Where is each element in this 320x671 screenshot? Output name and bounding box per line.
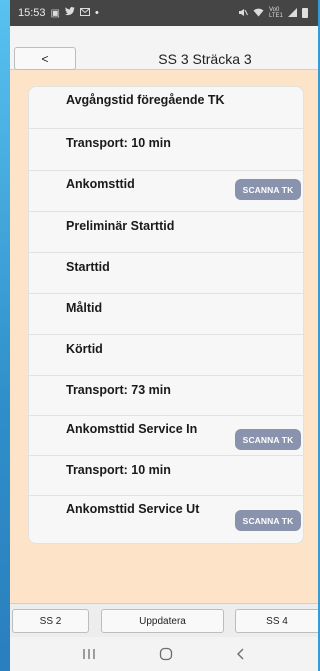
row-arrival-service-out[interactable]: Ankomsttid Service Ut SCANNA TK bbox=[29, 496, 303, 543]
prev-stage-button[interactable]: SS 2 bbox=[12, 609, 89, 633]
row-label: Ankomsttid bbox=[66, 177, 135, 191]
row-arrival-time[interactable]: Ankomsttid SCANNA TK bbox=[29, 171, 303, 212]
row-label: Avgångstid föregående TK bbox=[66, 93, 225, 107]
back-button[interactable]: < bbox=[14, 47, 76, 70]
notification-dot: • bbox=[94, 7, 99, 19]
app-header: < SS 3 Sträcka 3 bbox=[10, 26, 318, 70]
row-finish-time: Måltid bbox=[29, 294, 303, 335]
wifi-icon bbox=[253, 8, 264, 19]
network-label: Vo0 LTE1 bbox=[269, 7, 283, 19]
row-preliminary-start: Preliminär Starttid bbox=[29, 212, 303, 253]
signal-icon bbox=[288, 7, 297, 19]
home-icon[interactable] bbox=[159, 647, 173, 661]
row-label: Starttid bbox=[66, 260, 110, 274]
bottom-toolbar: SS 2 Uppdatera SS 4 bbox=[10, 603, 318, 637]
twitter-icon bbox=[64, 7, 75, 19]
back-icon[interactable] bbox=[236, 647, 246, 661]
battery-icon bbox=[302, 8, 308, 18]
status-right: Vo0 LTE1 bbox=[238, 7, 308, 19]
row-departure-prev-tk: Avgångstid föregående TK bbox=[29, 87, 303, 129]
row-label: Ankomsttid Service Ut bbox=[66, 502, 200, 516]
status-bar: 15:53 ▣ • Vo0 LTE1 bbox=[10, 0, 318, 26]
row-label: Körtid bbox=[66, 342, 103, 356]
row-label: Ankomsttid Service In bbox=[66, 422, 198, 436]
scan-tk-button[interactable]: SCANNA TK bbox=[235, 510, 301, 531]
status-time: 15:53 bbox=[18, 7, 46, 19]
row-arrival-service-in[interactable]: Ankomsttid Service In SCANNA TK bbox=[29, 416, 303, 456]
mute-icon bbox=[238, 8, 248, 19]
scan-tk-button[interactable]: SCANNA TK bbox=[235, 429, 301, 450]
row-drive-time: Körtid bbox=[29, 335, 303, 376]
row-label: Transport: 73 min bbox=[66, 383, 171, 397]
stage-times-panel: Avgångstid föregående TK Transport: 10 m… bbox=[28, 86, 304, 544]
row-transport: Transport: 10 min bbox=[29, 456, 303, 496]
update-button[interactable]: Uppdatera bbox=[101, 609, 224, 633]
row-transport: Transport: 73 min bbox=[29, 376, 303, 416]
row-label: Transport: 10 min bbox=[66, 463, 171, 477]
gallery-icon: ▣ bbox=[50, 7, 60, 19]
row-label: Transport: 10 min bbox=[66, 136, 171, 150]
row-label: Preliminär Starttid bbox=[66, 219, 175, 233]
desktop-edge bbox=[0, 0, 10, 671]
row-start-time: Starttid bbox=[29, 253, 303, 294]
scan-tk-button[interactable]: SCANNA TK bbox=[235, 179, 301, 200]
page-title: SS 3 Sträcka 3 bbox=[158, 51, 252, 67]
next-stage-button[interactable]: SS 4 bbox=[235, 609, 318, 633]
recent-apps-icon[interactable] bbox=[82, 648, 96, 660]
row-label: Måltid bbox=[66, 301, 103, 315]
status-left: 15:53 ▣ • bbox=[18, 7, 99, 19]
row-transport: Transport: 10 min bbox=[29, 129, 303, 171]
android-nav-bar bbox=[10, 637, 318, 671]
phone-screen: 15:53 ▣ • Vo0 LTE1 < SS 3 Sträcka 3 Avgå… bbox=[10, 0, 318, 671]
mail-icon bbox=[79, 7, 90, 19]
